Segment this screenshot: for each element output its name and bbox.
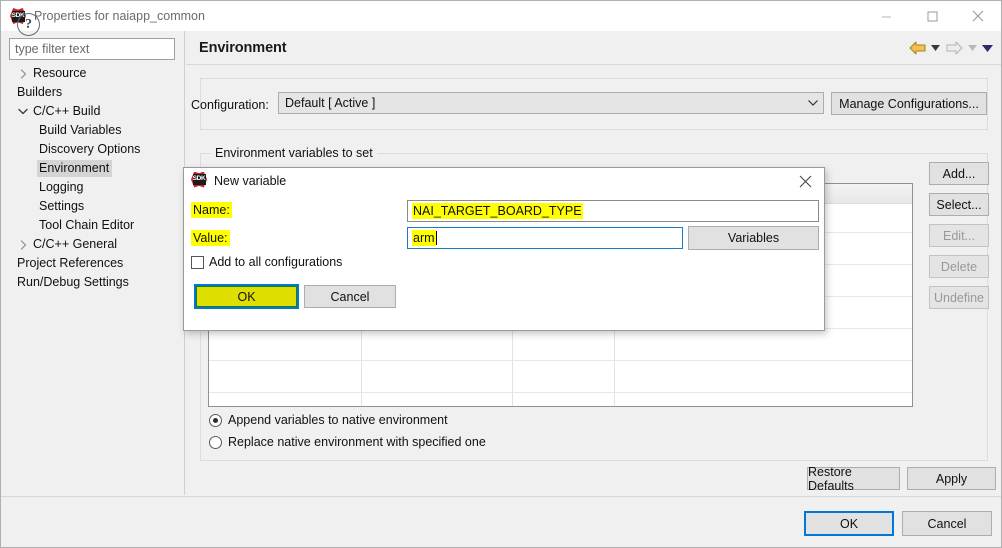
sidebar-item-label: Logging <box>39 180 84 194</box>
row-divider <box>209 392 912 393</box>
window-controls <box>863 1 1001 31</box>
new-variable-dialog: SDK New variable Name: NAI_TARGET_BOARD_… <box>183 167 825 331</box>
sidebar-item-label: Environment <box>37 160 113 177</box>
sidebar-item-label: Resource <box>33 66 87 80</box>
restore-defaults-button[interactable]: Restore Defaults <box>807 465 900 493</box>
sidebar-item-settings[interactable]: Settings <box>1 197 185 216</box>
sidebar-item-label: C/C++ General <box>33 237 118 251</box>
cancel-button[interactable]: Cancel <box>902 511 992 536</box>
value-field-value: arm <box>412 230 436 246</box>
settings-sidebar: Resource Builders C/C++ Build Build Variabl… <box>1 31 185 495</box>
row-divider <box>209 360 912 361</box>
sidebar-item-resource[interactable]: Resource <box>1 64 185 83</box>
forward-history-chevron-down-icon <box>965 38 980 58</box>
apply-button[interactable]: Apply <box>907 467 996 490</box>
sidebar-item-label: Builders <box>17 85 63 99</box>
radio-mark <box>209 435 222 449</box>
manage-configurations-button[interactable]: Manage Configurations... <box>831 92 987 115</box>
sidebar-item-label: Settings <box>39 199 85 213</box>
radio-replace-label: Replace native environment with specifie… <box>228 435 486 449</box>
select-button[interactable]: Select... <box>929 193 989 216</box>
sidebar-item-label: Project References <box>17 256 124 270</box>
name-field-value: NAI_TARGET_BOARD_TYPE <box>412 203 583 219</box>
configuration-dropdown[interactable]: Default [ Active ] <box>278 92 824 114</box>
radio-append-variables[interactable]: Append variables to native environment <box>209 413 448 427</box>
sidebar-item-builders[interactable]: Builders <box>1 83 185 102</box>
sidebar-item-tool-chain-editor[interactable]: Tool Chain Editor <box>1 216 185 235</box>
configuration-value: Default [ Active ] <box>285 96 376 110</box>
navigation-icons <box>906 38 995 58</box>
table-action-buttons: Add... Select... Edit... Delete Undefine <box>929 162 989 317</box>
value-field[interactable]: arm <box>407 227 683 249</box>
back-arrow-icon[interactable] <box>906 38 928 58</box>
close-icon[interactable] <box>955 1 1001 31</box>
radio-mark <box>209 413 222 427</box>
environment-group-title: Environment variables to set <box>211 146 377 160</box>
sidebar-item-label: C/C++ Build <box>33 104 101 118</box>
dialog-title: New variable <box>214 174 287 188</box>
edit-button: Edit... <box>929 224 989 247</box>
dialog-ok-label: OK <box>196 286 297 307</box>
configuration-label: Configuration: <box>191 98 269 112</box>
sidebar-item-c-c-general[interactable]: C/C++ General <box>1 235 185 254</box>
sidebar-item-logging[interactable]: Logging <box>1 178 185 197</box>
chevron-down-icon <box>803 100 823 106</box>
undefine-button: Undefine <box>929 286 989 309</box>
back-history-chevron-down-icon[interactable] <box>928 38 943 58</box>
view-menu-chevron-down-icon[interactable] <box>980 38 995 58</box>
add-to-all-configurations-label: Add to all configurations <box>209 255 343 269</box>
sidebar-item-build-variables[interactable]: Build Variables <box>1 121 185 140</box>
radio-replace-environment[interactable]: Replace native environment with specifie… <box>209 435 486 449</box>
close-icon[interactable] <box>786 168 824 194</box>
sidebar-item-project-references[interactable]: Project References <box>1 254 185 273</box>
help-icon[interactable]: ? <box>17 13 40 36</box>
forward-arrow-icon <box>943 38 965 58</box>
add-button[interactable]: Add... <box>929 162 989 185</box>
dialog-cancel-button[interactable]: Cancel <box>304 285 396 308</box>
filter-input[interactable] <box>9 38 175 60</box>
page-title: Environment <box>199 40 287 56</box>
sidebar-item-environment[interactable]: Environment <box>1 159 185 178</box>
dialog-ok-button[interactable]: OK <box>194 284 299 309</box>
name-field[interactable]: NAI_TARGET_BOARD_TYPE <box>407 200 819 222</box>
radio-append-label: Append variables to native environment <box>228 413 448 427</box>
text-caret <box>435 231 437 245</box>
checkbox-mark <box>191 255 204 269</box>
properties-window: SDK Properties for naiapp_common Resourc… <box>0 0 1002 548</box>
add-to-all-configurations-checkbox[interactable]: Add to all configurations <box>191 255 342 269</box>
delete-button: Delete <box>929 255 989 278</box>
ok-button[interactable]: OK <box>804 511 894 536</box>
sidebar-item-label: Discovery Options <box>39 142 141 156</box>
sidebar-item-label: Tool Chain Editor <box>39 218 135 232</box>
name-label: Name: <box>191 202 232 218</box>
window-titlebar: SDK Properties for naiapp_common <box>1 1 1001 31</box>
chevron-right-icon[interactable] <box>15 64 31 83</box>
sidebar-item-label: Build Variables <box>39 123 122 137</box>
sdk-icon: SDK <box>191 171 207 191</box>
maximize-icon[interactable] <box>909 1 955 31</box>
dialog-titlebar: SDK New variable <box>184 168 824 194</box>
variables-button[interactable]: Variables <box>688 226 819 250</box>
content-header: Environment <box>186 31 1001 65</box>
chevron-right-icon[interactable] <box>15 235 31 254</box>
value-label: Value: <box>191 230 230 246</box>
sidebar-item-c-c-build[interactable]: C/C++ Build <box>1 102 185 121</box>
settings-tree: Resource Builders C/C++ Build Build Variabl… <box>1 64 185 292</box>
minimize-icon[interactable] <box>863 1 909 31</box>
sidebar-item-discovery-options[interactable]: Discovery Options <box>1 140 185 159</box>
chevron-down-icon[interactable] <box>15 102 31 121</box>
window-title: Properties for naiapp_common <box>34 9 205 23</box>
sidebar-item-label: Run/Debug Settings <box>17 275 129 289</box>
sidebar-item-run-debug-settings[interactable]: Run/Debug Settings <box>1 273 185 292</box>
